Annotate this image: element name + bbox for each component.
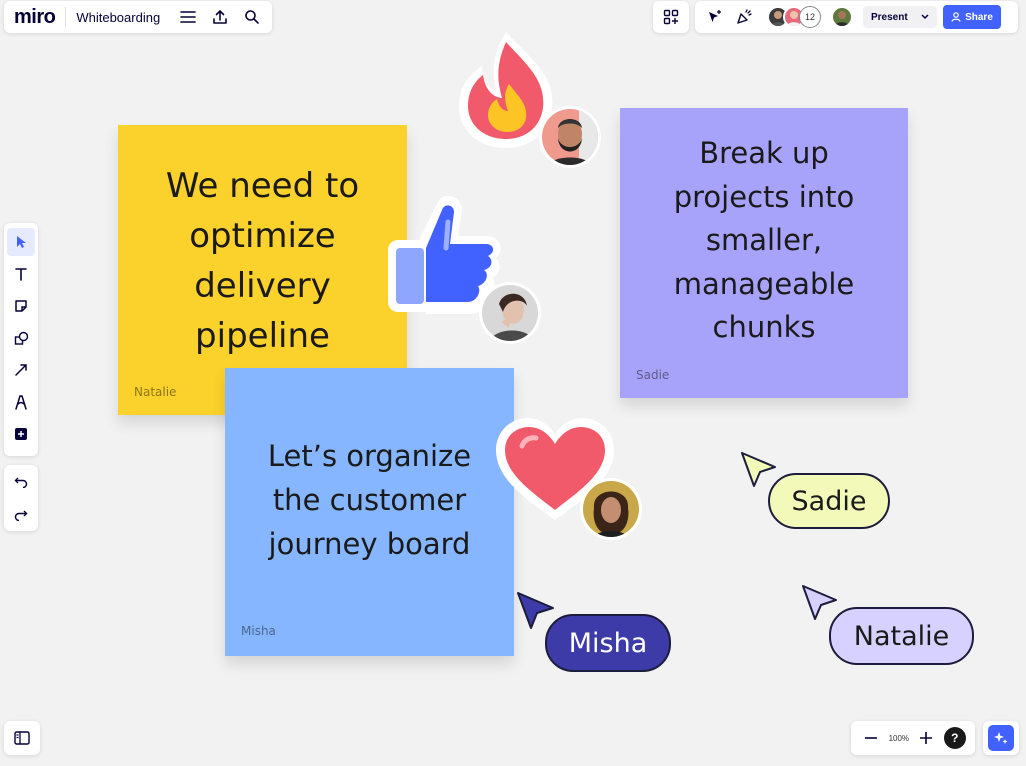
sticky-note-text: Let’s organize the customer journey boar… — [267, 439, 472, 561]
sticky-note-author: Misha — [241, 624, 276, 638]
zoom-in-button[interactable] — [915, 727, 937, 749]
collaboration-bar: 12 Present Share — [695, 1, 1018, 33]
select-tool[interactable] — [7, 228, 35, 256]
sparkle-icon — [988, 725, 1014, 751]
miro-logo[interactable]: miro — [14, 6, 56, 29]
sticky-note-text: Break up projects into smaller, manageab… — [673, 136, 855, 344]
user-icon — [951, 12, 961, 22]
collaborator-avatars[interactable]: 12 — [767, 6, 853, 28]
board-name[interactable]: Whiteboarding — [76, 10, 160, 25]
sticky-note[interactable]: Let’s organize the customer journey boar… — [225, 368, 514, 656]
apps-button[interactable] — [653, 1, 689, 33]
arrow-icon — [14, 363, 28, 377]
avatar[interactable] — [831, 6, 853, 28]
pen-tool[interactable] — [7, 388, 35, 416]
apps-icon — [663, 9, 679, 25]
history-toolbar — [4, 465, 38, 531]
sticky-note-tool[interactable] — [7, 292, 35, 320]
cursor-label: Natalie — [829, 607, 974, 665]
select-icon — [14, 235, 28, 249]
zoom-out-button[interactable] — [860, 727, 882, 749]
cursor-follow-icon[interactable] — [699, 3, 729, 31]
sticky-note-author: Natalie — [134, 385, 177, 399]
present-button[interactable]: Present — [863, 6, 937, 28]
creation-toolbar — [4, 223, 38, 456]
text-tool[interactable] — [7, 260, 35, 288]
collaborator-count[interactable]: 12 — [799, 6, 821, 28]
avatar[interactable] — [580, 478, 642, 540]
avatar[interactable] — [539, 106, 601, 168]
celebrate-icon[interactable] — [729, 3, 759, 31]
share-button[interactable]: Share — [943, 5, 1001, 29]
zoom-level[interactable]: 100% — [889, 734, 909, 743]
more-tools[interactable] — [7, 420, 35, 448]
pen-icon — [14, 394, 28, 410]
add-icon — [14, 427, 28, 441]
ai-assist-button[interactable] — [983, 721, 1019, 755]
board-header: miro Whiteboarding — [4, 1, 272, 33]
undo-icon — [14, 476, 28, 488]
frames-panel-button[interactable] — [4, 721, 40, 755]
shapes-icon — [14, 331, 29, 346]
present-label: Present — [871, 11, 908, 23]
sticky-note-text: We need to optimize delivery pipeline — [165, 166, 360, 356]
connector-tool[interactable] — [7, 356, 35, 384]
sticky-note[interactable]: Break up projects into smaller, manageab… — [620, 108, 908, 398]
help-button[interactable]: ? — [943, 727, 966, 749]
shapes-tool[interactable] — [7, 324, 35, 352]
cursor-label: Misha — [545, 614, 671, 672]
sidebar-icon — [14, 731, 30, 745]
header-divider — [65, 7, 67, 27]
cursor-label: Sadie — [768, 473, 890, 529]
redo-button[interactable] — [7, 501, 35, 529]
sticky-note-author: Sadie — [636, 368, 670, 382]
share-label: Share — [965, 11, 993, 23]
sticky-note-icon — [14, 299, 28, 313]
undo-button[interactable] — [7, 468, 35, 496]
redo-icon — [14, 509, 28, 521]
avatar[interactable] — [479, 282, 541, 344]
menu-icon[interactable] — [174, 3, 202, 31]
text-icon — [14, 267, 28, 281]
zoom-controls: 100% ? — [851, 721, 975, 755]
search-icon[interactable] — [238, 3, 266, 31]
export-icon[interactable] — [206, 3, 234, 31]
chevron-down-icon — [921, 14, 929, 20]
